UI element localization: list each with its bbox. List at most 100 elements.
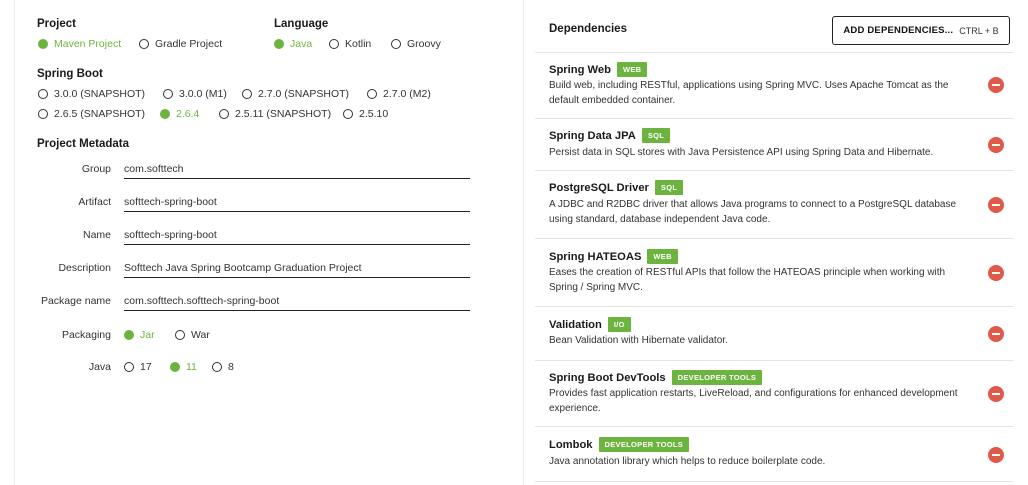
radio-dot: [124, 330, 134, 340]
radio-boot-2-6-4[interactable]: 2.6.4: [160, 108, 199, 120]
radio-packaging-war[interactable]: War: [175, 329, 210, 341]
radio-label: Java: [290, 38, 313, 50]
spring-boot-section-title: Spring Boot: [37, 68, 103, 80]
dependency-item-spring-web: Spring Web WEB Build web, including REST…: [535, 52, 1013, 118]
radio-gradle-project[interactable]: Gradle Project: [139, 38, 222, 50]
dependency-item-postgresql-driver: PostgreSQL Driver SQL A JDBC and R2DBC d…: [535, 170, 1013, 238]
radio-dot: [139, 39, 149, 49]
radio-label: 11: [186, 361, 197, 373]
radio-java[interactable]: Java: [274, 38, 312, 50]
radio-dot: [212, 362, 222, 372]
radio-label: 2.5.11 (SNAPSHOT): [235, 108, 332, 120]
dependency-name: Spring Data JPA: [549, 129, 636, 142]
remove-dependency-button[interactable]: [988, 326, 1004, 342]
remove-dependency-button[interactable]: [988, 447, 1004, 463]
dependency-description: Build web, including RESTful, applicatio…: [549, 80, 949, 106]
remove-dependency-button[interactable]: [988, 197, 1004, 213]
name-input[interactable]: [124, 225, 470, 245]
java-label: Java: [88, 361, 111, 373]
radio-label: Maven Project: [54, 38, 122, 50]
radio-groovy[interactable]: Groovy: [391, 38, 441, 50]
radio-dot: [163, 89, 173, 99]
dependency-description: Eases the creation of RESTful APIs that …: [549, 267, 946, 293]
radio-label: Gradle Project: [155, 38, 223, 50]
remove-dependency-button[interactable]: [988, 77, 1004, 93]
radio-java-8[interactable]: 8: [212, 361, 234, 373]
remove-dependency-button[interactable]: [988, 265, 1004, 281]
radio-label: Jar: [140, 329, 155, 341]
dependency-description: Persist data in SQL stores with Java Per…: [549, 147, 934, 158]
radio-boot-2-5-11-snapshot[interactable]: 2.5.11 (SNAPSHOT): [219, 108, 331, 120]
dependency-name: PostgreSQL Driver: [549, 181, 649, 194]
radio-label: 17: [140, 361, 152, 373]
radio-dot: [38, 89, 48, 99]
name-label: Name: [82, 229, 111, 241]
radio-dot: [175, 330, 185, 340]
radio-boot-3-0-0-snapshot[interactable]: 3.0.0 (SNAPSHOT): [38, 88, 145, 100]
group-input[interactable]: [124, 159, 470, 179]
add-dependencies-label: ADD DEPENDENCIES...: [843, 25, 954, 36]
artifact-label: Artifact: [78, 196, 111, 208]
dependency-name: Spring HATEOAS: [549, 250, 642, 263]
radio-maven-project[interactable]: Maven Project: [38, 38, 121, 50]
dependencies-panel: Dependencies ADD DEPENDENCIES... CTRL + …: [535, 0, 1013, 485]
radio-dot: [329, 39, 339, 49]
radio-dot: [274, 39, 284, 49]
package-name-input[interactable]: [124, 291, 470, 311]
project-settings-panel: Project Maven Project Gradle Project Lan…: [14, 0, 524, 485]
radio-label: War: [191, 329, 210, 341]
package-name-label: Package name: [40, 295, 111, 307]
remove-dependency-button[interactable]: [988, 137, 1004, 153]
dependency-description: A JDBC and R2DBC driver that allows Java…: [549, 199, 957, 225]
radio-boot-3-0-0-m1[interactable]: 3.0.0 (M1): [163, 88, 227, 100]
radio-dot: [38, 39, 48, 49]
radio-dot: [242, 89, 252, 99]
dependency-item-spring-hateoas: Spring HATEOAS WEB Eases the creation of…: [535, 238, 1013, 306]
radio-label: 2.6.4: [176, 108, 200, 120]
description-label: Description: [58, 262, 111, 274]
project-metadata-section-title: Project Metadata: [37, 138, 130, 150]
radio-java-11[interactable]: 11: [170, 361, 197, 373]
radio-dot: [367, 89, 377, 99]
radio-label: 3.0.0 (M1): [179, 88, 227, 100]
dependency-name: Lombok: [549, 438, 593, 451]
dependency-badge: DEVELOPER TOOLS: [671, 370, 763, 385]
radio-kotlin[interactable]: Kotlin: [329, 38, 371, 50]
radio-java-17[interactable]: 17: [124, 361, 152, 373]
radio-dot: [391, 39, 401, 49]
dependency-description: Provides fast application restarts, Live…: [549, 388, 958, 414]
group-label: Group: [81, 163, 111, 175]
remove-dependency-button[interactable]: [988, 386, 1004, 402]
radio-boot-2-7-0-m2[interactable]: 2.7.0 (M2): [367, 88, 431, 100]
add-dependencies-shortcut: CTRL + B: [959, 25, 999, 36]
project-section-title: Project: [37, 18, 76, 30]
dependency-name: Validation: [549, 318, 602, 331]
dependency-description: Java annotation library which helps to r…: [549, 456, 826, 467]
radio-packaging-jar[interactable]: Jar: [124, 329, 155, 341]
radio-dot: [170, 362, 180, 372]
dependency-item-lombok: Lombok DEVELOPER TOOLS Java annotation l…: [535, 426, 1013, 482]
dependency-badge: I/O: [607, 317, 631, 332]
radio-dot: [160, 109, 170, 119]
add-dependencies-button[interactable]: ADD DEPENDENCIES... CTRL + B: [832, 16, 1010, 45]
radio-label: Groovy: [407, 38, 441, 50]
radio-boot-2-7-0-snapshot[interactable]: 2.7.0 (SNAPSHOT): [242, 88, 349, 100]
radio-label: 2.7.0 (SNAPSHOT): [258, 88, 350, 100]
radio-dot: [38, 109, 48, 119]
dependency-badge: SQL: [654, 180, 684, 195]
radio-boot-2-6-5-snapshot[interactable]: 2.6.5 (SNAPSHOT): [38, 108, 145, 120]
dependency-name: Spring Web: [549, 63, 611, 76]
description-input[interactable]: [124, 258, 470, 278]
dependencies-title: Dependencies: [549, 23, 627, 35]
dependency-badge: DEVELOPER TOOLS: [598, 437, 690, 452]
artifact-input[interactable]: [124, 192, 470, 212]
dependency-badge: WEB: [616, 62, 648, 77]
language-section-title: Language: [274, 18, 329, 30]
radio-label: 8: [228, 361, 234, 373]
radio-label: 3.0.0 (SNAPSHOT): [54, 88, 146, 100]
radio-boot-2-5-10[interactable]: 2.5.10: [343, 108, 388, 120]
radio-label: 2.6.5 (SNAPSHOT): [54, 108, 146, 120]
dependency-badge: WEB: [647, 249, 678, 264]
dependency-item-validation: Validation I/O Bean Validation with Hibe…: [535, 306, 1013, 360]
dependency-badge: SQL: [641, 128, 671, 143]
